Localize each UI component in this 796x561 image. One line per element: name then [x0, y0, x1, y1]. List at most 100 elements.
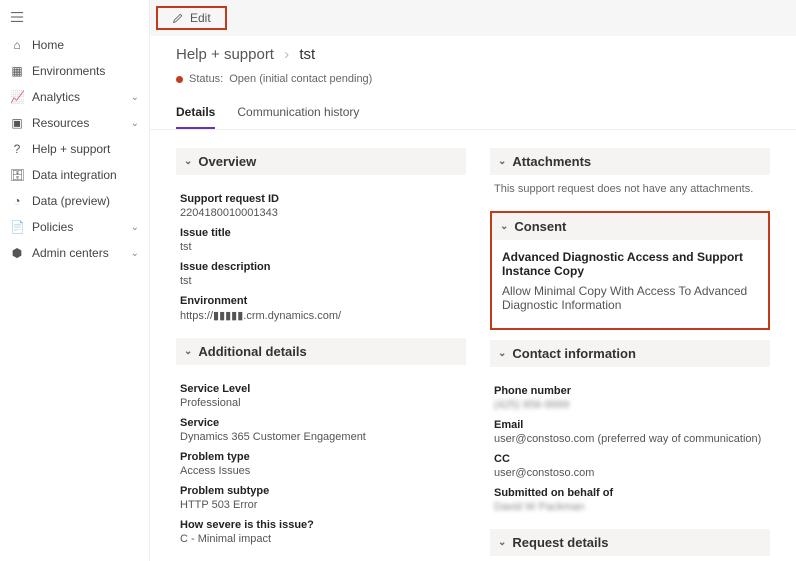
value-problem-type: Access Issues: [180, 465, 462, 477]
breadcrumb-root[interactable]: Help + support: [176, 46, 274, 63]
label-service-level: Service Level: [180, 383, 462, 395]
edit-label: Edit: [190, 11, 211, 25]
label-environment: Environment: [180, 295, 462, 307]
label-cc: CC: [494, 453, 766, 465]
main: Edit Help + support › tst Status: Open (…: [150, 0, 796, 561]
toolbar: Edit: [150, 0, 796, 36]
chevron-down-icon: ⌄: [498, 156, 506, 167]
nav-label: Data integration: [32, 168, 117, 182]
section-title: Consent: [514, 219, 566, 234]
edit-button[interactable]: Edit: [156, 6, 227, 30]
nav-label: Data (preview): [32, 194, 110, 208]
section-consent-header[interactable]: ⌄ Consent: [492, 213, 768, 240]
nav-label: Home: [32, 38, 64, 52]
value-service-level: Professional: [180, 397, 462, 409]
nav: ⌂ Home ▦ Environments 📈 Analytics ⌄ ▣ Re…: [0, 32, 149, 266]
section-title: Contact information: [512, 346, 636, 361]
section-contact-header[interactable]: ⌄ Contact information: [490, 340, 770, 367]
chevron-down-icon: ⌄: [131, 92, 139, 103]
header: Help + support › tst Status: Open (initi…: [150, 36, 796, 89]
value-service: Dynamics 365 Customer Engagement: [180, 431, 462, 443]
chevron-down-icon: ⌄: [498, 348, 506, 359]
label-service: Service: [180, 417, 462, 429]
attachments-empty: This support request does not have any a…: [490, 175, 770, 205]
section-title: Request details: [512, 535, 608, 550]
col-left: ⌄ Overview Support request ID 2204180010…: [176, 144, 466, 561]
label-issue-desc: Issue description: [180, 261, 462, 273]
chevron-down-icon: ⌄: [500, 221, 508, 232]
section-title: Overview: [198, 154, 256, 169]
chevron-down-icon: ⌄: [131, 248, 139, 259]
home-icon: ⌂: [10, 38, 24, 52]
analytics-icon: 📈: [10, 90, 24, 104]
nav-resources[interactable]: ▣ Resources ⌄: [0, 110, 149, 136]
policies-icon: 📄: [10, 220, 24, 234]
resources-icon: ▣: [10, 116, 24, 130]
content: ⌄ Overview Support request ID 2204180010…: [150, 130, 796, 561]
nav-environments[interactable]: ▦ Environments: [0, 58, 149, 84]
chevron-down-icon: ⌄: [498, 537, 506, 548]
value-issue-desc: tst: [180, 275, 462, 287]
status-dot-icon: [176, 76, 183, 83]
value-environment: https://▮▮▮▮▮.crm.dynamics.com/: [180, 309, 462, 322]
integration-icon: 🗄: [10, 168, 24, 182]
status-label: Status:: [189, 73, 223, 85]
nav-analytics[interactable]: 📈 Analytics ⌄: [0, 84, 149, 110]
col-right: ⌄ Attachments This support request does …: [490, 144, 770, 561]
label-problem-subtype: Problem subtype: [180, 485, 462, 497]
pencil-icon: [172, 12, 184, 24]
value-problem-subtype: HTTP 503 Error: [180, 499, 462, 511]
preview-icon: ◔: [10, 194, 24, 208]
hamburger-icon[interactable]: [0, 6, 149, 28]
support-icon: ?: [10, 142, 24, 156]
tabs: Details Communication history: [150, 89, 796, 130]
nav-admin-centers[interactable]: ⬢ Admin centers ⌄: [0, 240, 149, 266]
section-overview-body: Support request ID 2204180010001343 Issu…: [176, 175, 466, 334]
nav-home[interactable]: ⌂ Home: [0, 32, 149, 58]
breadcrumb-sep: ›: [284, 46, 289, 63]
nav-label: Environments: [32, 64, 105, 78]
nav-data-integration[interactable]: 🗄 Data integration: [0, 162, 149, 188]
tab-communication-history[interactable]: Communication history: [237, 105, 359, 129]
label-issue-title: Issue title: [180, 227, 462, 239]
value-email: user@constoso.com (preferred way of comm…: [494, 433, 766, 445]
value-issue-title: tst: [180, 241, 462, 253]
section-overview-header[interactable]: ⌄ Overview: [176, 148, 466, 175]
env-icon: ▦: [10, 64, 24, 78]
label-email: Email: [494, 419, 766, 431]
section-consent-body: Advanced Diagnostic Access and Support I…: [492, 240, 768, 328]
value-severity: C - Minimal impact: [180, 533, 462, 545]
chevron-down-icon: ⌄: [131, 118, 139, 129]
section-title: Additional details: [198, 344, 306, 359]
nav-data-preview[interactable]: ◔ Data (preview): [0, 188, 149, 214]
nav-label: Admin centers: [32, 246, 109, 260]
value-phone: (425) 956-9999: [494, 399, 766, 411]
breadcrumb-current: tst: [299, 46, 315, 63]
nav-policies[interactable]: 📄 Policies ⌄: [0, 214, 149, 240]
consent-highlight: ⌄ Consent Advanced Diagnostic Access and…: [490, 211, 770, 330]
section-additional-header[interactable]: ⌄ Additional details: [176, 338, 466, 365]
label-severity: How severe is this issue?: [180, 519, 462, 531]
section-additional-body: Service Level Professional Service Dynam…: [176, 365, 466, 557]
section-request-body: Created 04/18/2022 10:03 AM PDT Created …: [490, 556, 770, 561]
chevron-down-icon: ⌄: [184, 346, 192, 357]
nav-label: Analytics: [32, 90, 80, 104]
value-cc: user@constoso.com: [494, 467, 766, 479]
admin-icon: ⬢: [10, 246, 24, 260]
chevron-down-icon: ⌄: [131, 222, 139, 233]
section-title: Attachments: [512, 154, 591, 169]
section-request-header[interactable]: ⌄ Request details: [490, 529, 770, 556]
label-problem-type: Problem type: [180, 451, 462, 463]
nav-help-support[interactable]: ? Help + support: [0, 136, 149, 162]
value-submitted: David W Packman: [494, 501, 766, 513]
consent-title: Advanced Diagnostic Access and Support I…: [502, 250, 758, 278]
breadcrumb: Help + support › tst: [176, 46, 770, 63]
nav-label: Policies: [32, 220, 73, 234]
section-attachments-header[interactable]: ⌄ Attachments: [490, 148, 770, 175]
tab-details[interactable]: Details: [176, 105, 215, 129]
label-request-id: Support request ID: [180, 193, 462, 205]
consent-subtitle: Allow Minimal Copy With Access To Advanc…: [502, 284, 758, 312]
status-row: Status: Open (initial contact pending): [176, 73, 770, 85]
label-phone: Phone number: [494, 385, 766, 397]
label-submitted: Submitted on behalf of: [494, 487, 766, 499]
